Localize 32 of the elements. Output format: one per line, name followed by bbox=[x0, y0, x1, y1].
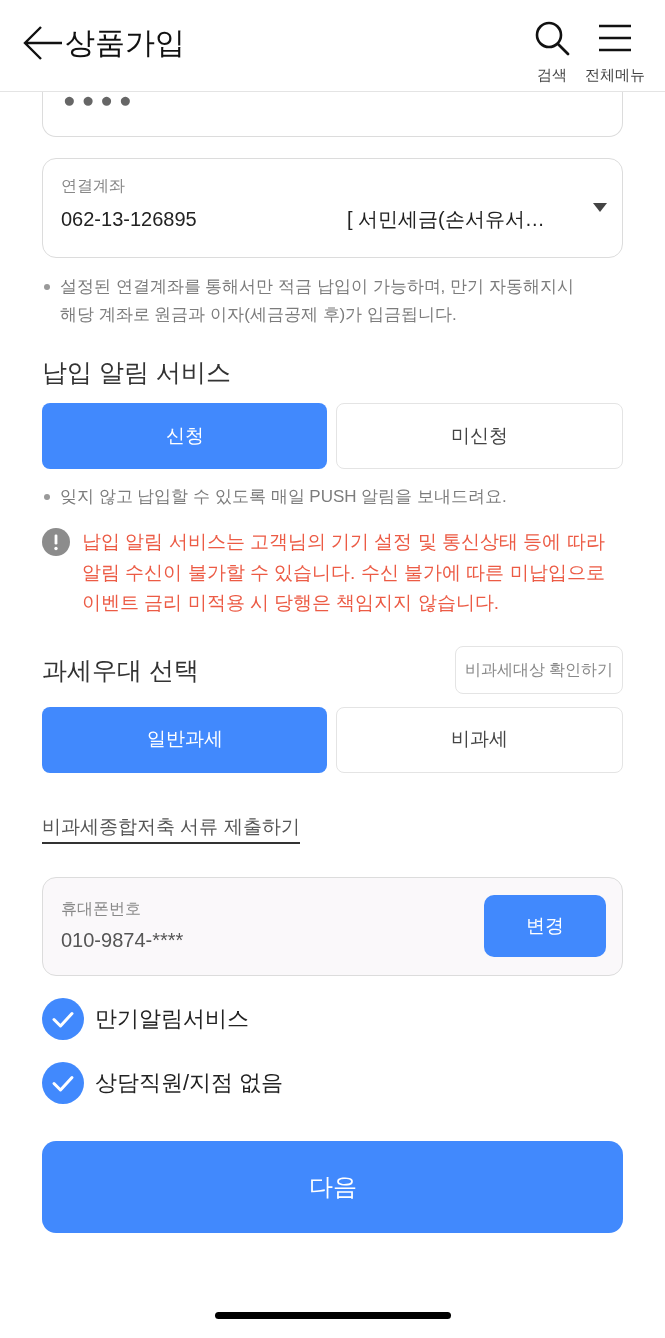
warning-icon bbox=[42, 528, 70, 556]
check-eligibility-button[interactable]: 비과세대상 확인하기 bbox=[454, 645, 623, 694]
password-dots: ●●●● bbox=[63, 92, 138, 111]
menu-button[interactable]: 전체메뉴 bbox=[585, 20, 645, 85]
checkbox-label: 만기알림서비스 bbox=[95, 1004, 249, 1033]
option-toggle[interactable]: 비과세 bbox=[336, 706, 623, 773]
checkbox-label: 상담직원/지점 없음 bbox=[95, 1068, 284, 1097]
bullet-icon bbox=[44, 284, 50, 290]
warning-text: 납입 알림 서비스는 고객님의 기기 설정 및 통신상태 등에 따라 알림 수신이 불가할 수 있습니다. 수신 불가에 따른 미납입으로 이벤트 금리 미적용 시 당행은 책임지지 않습니다. bbox=[82, 530, 606, 615]
bullet-icon bbox=[44, 494, 50, 500]
checkbox-icon[interactable] bbox=[42, 997, 84, 1040]
field-label: 휴대폰번호 bbox=[61, 899, 142, 919]
back-arrow-icon bbox=[22, 25, 64, 61]
password-field[interactable]: ●●●● bbox=[42, 92, 623, 137]
option-toggle[interactable]: 미신청 bbox=[336, 403, 623, 469]
phone-field[interactable]: 휴대폰번호 010-9874-**** 변경 bbox=[42, 876, 623, 976]
section-heading: 납입 알림 서비스 bbox=[42, 357, 232, 388]
info-note: 잊지 않고 납입할 수 있도록 매일 PUSH 알림을 보내드려요. bbox=[60, 486, 508, 508]
phone-number: 010-9874-**** bbox=[61, 928, 184, 953]
back-button[interactable]: 상품가입 bbox=[0, 0, 185, 61]
search-icon bbox=[534, 20, 570, 56]
account-number: 062-13-126895 bbox=[61, 207, 198, 232]
field-label: 연결계좌 bbox=[61, 176, 126, 196]
section-heading: 과세우대 선택 bbox=[42, 654, 199, 686]
account-dropdown[interactable]: 연결계좌 062-13-126895 [ 서민세금(손서유서… bbox=[42, 158, 623, 258]
checkbox-icon[interactable] bbox=[42, 1061, 84, 1104]
account-name: [ 서민세금(손서유서… bbox=[347, 207, 545, 232]
info-note: 설정된 연결계좌를 통해서만 적금 납입이 가능하며, 만기 자동해지시 해당 계좌로 원금과 이자(세금공제 후)가 입금됩니다. bbox=[60, 276, 575, 326]
dropdown-caret-icon bbox=[593, 203, 607, 212]
document-submit-link[interactable]: 비과세종합저축 서류 제출하기 bbox=[42, 813, 300, 844]
page-title: 상품가입 bbox=[65, 25, 185, 61]
search-button[interactable]: 검색 bbox=[534, 20, 570, 85]
